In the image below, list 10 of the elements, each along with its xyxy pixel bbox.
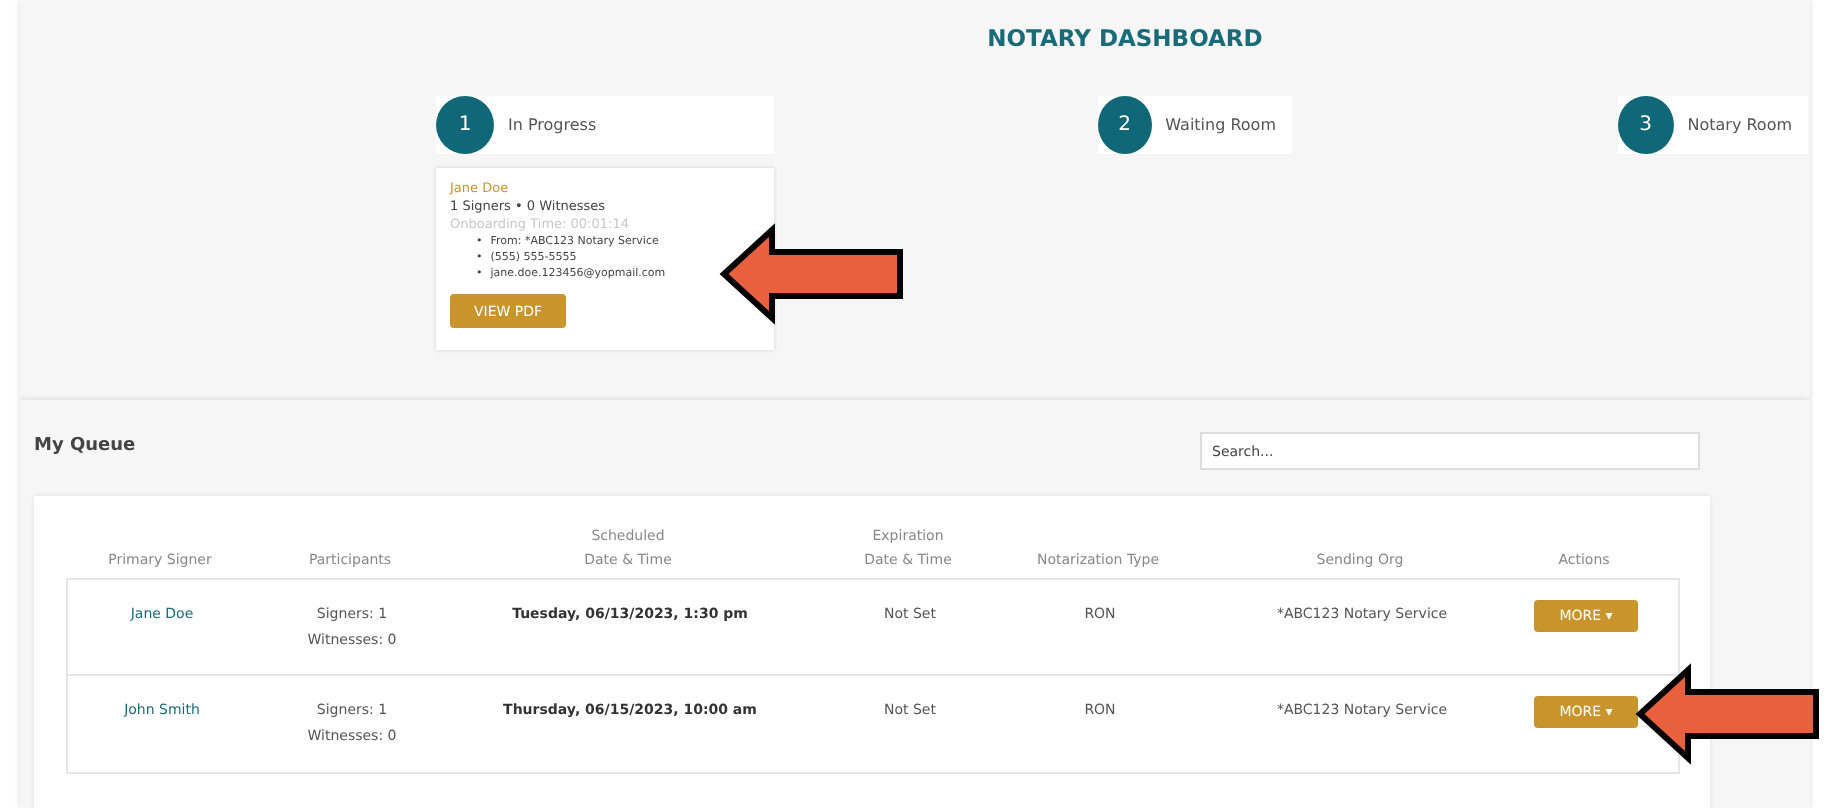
step-number: 3 <box>1618 96 1674 154</box>
page-title: NOTARY DASHBOARD <box>987 24 1263 52</box>
step-number: 2 <box>1098 96 1152 154</box>
section-title: My Queue <box>34 435 136 455</box>
step-label: Waiting Room <box>1163 116 1278 134</box>
arrow-icon <box>1636 666 1820 762</box>
step-label: Notary Room <box>1685 116 1794 134</box>
step-label: In Progress <box>506 116 599 134</box>
step-number: 1 <box>436 96 494 154</box>
arrow-icon <box>720 226 904 322</box>
